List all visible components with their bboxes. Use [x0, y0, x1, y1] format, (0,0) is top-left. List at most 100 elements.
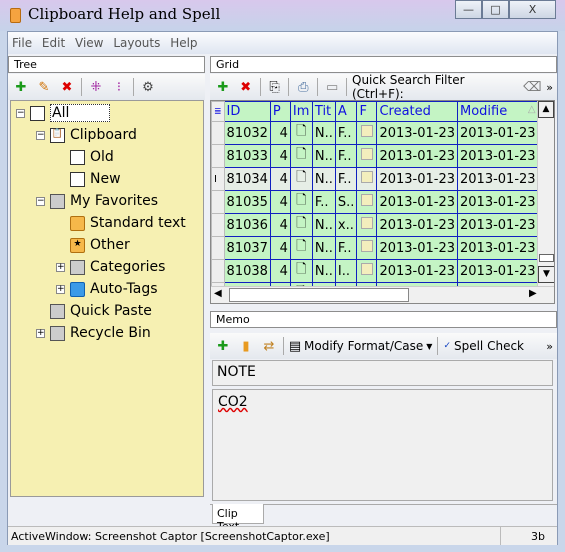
tree-node-label: My Favorites: [70, 193, 159, 209]
scroll-left-icon[interactable]: ◀: [214, 288, 222, 299]
document-icon: [70, 171, 85, 187]
favorite-checkbox[interactable]: [356, 259, 378, 283]
delete-node-icon[interactable]: ✖: [58, 78, 76, 96]
row-indicator: [211, 213, 225, 237]
column-header[interactable]: Created: [376, 101, 458, 122]
scroll-up-icon[interactable]: ▲: [538, 101, 554, 118]
print-icon[interactable]: ⎙: [294, 78, 312, 96]
cell-app: F..: [334, 144, 358, 168]
delete-clip-icon[interactable]: ✖: [237, 78, 255, 96]
column-header[interactable]: Tit: [311, 101, 336, 122]
modify-format-button[interactable]: ▤ Modify Format/Case ▼: [289, 337, 433, 355]
paste-special-icon[interactable]: ⇄: [260, 337, 278, 355]
column-chooser-icon[interactable]: ≣: [211, 101, 225, 122]
cell-created: 2013-01-23: [376, 167, 458, 191]
table-row[interactable]: 81038 4 🗋 N.. I.. 2013-01-23 2013-01-23 …: [211, 259, 554, 283]
tree-node-label: Quick Paste: [70, 303, 152, 319]
tree-node[interactable]: + Auto-Tags: [56, 279, 158, 299]
clip-grid: ≣IDPImTitAFCreatedModifie △View 81032 4 …: [210, 100, 555, 304]
cell-modified: 2013-01-23: [457, 144, 539, 168]
horizontal-scrollbar[interactable]: ◀ ▶: [211, 286, 554, 303]
table-row[interactable]: 81037 4 🗋 N.. F.. 2013-01-23 2013-01-23 …: [211, 236, 554, 260]
cell-priority: 4: [269, 121, 291, 145]
eraser-icon[interactable]: ⌫: [523, 78, 541, 96]
collapse-all-icon[interactable]: ⁝: [110, 78, 128, 96]
memo-toolbar-overflow[interactable]: »: [546, 340, 553, 353]
column-header[interactable]: P: [269, 101, 291, 122]
tree-node[interactable]: + Categories: [56, 257, 165, 277]
new-clip-icon[interactable]: ✚: [214, 78, 232, 96]
memo-body-field[interactable]: CO2: [212, 389, 553, 501]
tree-node[interactable]: − My Favorites: [36, 191, 158, 211]
collapse-icon[interactable]: −: [36, 196, 45, 206]
table-row[interactable]: I 81034 4 🗋 N.. F.. 2013-01-23 2013-01-2…: [211, 167, 554, 191]
column-header[interactable]: A: [334, 101, 358, 122]
favorite-checkbox[interactable]: [356, 167, 378, 191]
spell-check-button[interactable]: ✓ Spell Check: [443, 339, 524, 353]
modify-format-label: Modify Format/Case: [304, 339, 424, 353]
tree-node[interactable]: Standard text: [70, 213, 186, 233]
grid-toolbar: ✚ ✖ ⎘ ⎙ ▭ Quick Search Filter (Ctrl+F): …: [210, 73, 557, 101]
column-header[interactable]: ID: [223, 101, 271, 122]
minimize-button[interactable]: —: [455, 0, 482, 19]
new-node-icon[interactable]: ✚: [12, 78, 30, 96]
table-row[interactable]: 81035 4 🗋 F.. S.. 2013-01-23 2013-01-23 …: [211, 190, 554, 214]
cell-title: N..: [311, 236, 336, 260]
tree-node[interactable]: − 📋 Clipboard: [36, 125, 137, 145]
paste-icon[interactable]: ▮: [237, 337, 255, 355]
favorite-checkbox[interactable]: [356, 236, 378, 260]
menu-view[interactable]: View: [75, 36, 103, 50]
edit-node-icon[interactable]: ✎: [35, 78, 53, 96]
scroll-thumb[interactable]: [539, 254, 554, 262]
scroll-right-icon[interactable]: ▶: [529, 288, 537, 299]
expand-all-icon[interactable]: ⁜: [87, 78, 105, 96]
menu-file[interactable]: File: [12, 36, 32, 50]
collapse-icon[interactable]: −: [36, 130, 45, 140]
grid-table: ≣IDPImTitAFCreatedModifie △View 81032 4 …: [211, 101, 554, 303]
add-icon[interactable]: ✚: [214, 337, 232, 355]
maximize-button[interactable]: □: [482, 0, 509, 19]
memo-toolbar: ✚ ▮ ⇄ ▤ Modify Format/Case ▼ ✓ Spell Che…: [210, 333, 557, 359]
expand-icon[interactable]: +: [36, 328, 45, 338]
vertical-scrollbar[interactable]: ▲ ▼: [537, 101, 554, 287]
tree-node-label: Clipboard: [70, 127, 137, 143]
tree-node[interactable]: − All: [16, 103, 111, 123]
tree-node-label: New: [90, 171, 121, 187]
toolbar-overflow[interactable]: »: [546, 81, 553, 94]
cell-app: F..: [334, 236, 358, 260]
close-button[interactable]: X: [509, 0, 556, 19]
memo-title-field[interactable]: NOTE: [212, 360, 553, 386]
row-indicator: [211, 259, 225, 283]
gear-icon[interactable]: ⚙: [139, 78, 157, 96]
tree-node[interactable]: ★ Other: [70, 235, 130, 255]
tree-node[interactable]: New: [70, 169, 121, 189]
menu-help[interactable]: Help: [170, 36, 197, 50]
field-icon[interactable]: ▭: [323, 78, 341, 96]
tree-node[interactable]: + Recycle Bin: [36, 323, 151, 343]
table-row[interactable]: 81033 4 🗋 N.. F.. 2013-01-23 2013-01-23 …: [211, 144, 554, 168]
tree-node[interactable]: Quick Paste: [50, 301, 152, 321]
cell-priority: 4: [269, 167, 291, 191]
tab-clip-text[interactable]: Clip Text: [212, 504, 264, 533]
collapse-icon[interactable]: −: [16, 108, 25, 118]
table-row[interactable]: 81036 4 🗋 N.. x.. 2013-01-23 2013-01-23 …: [211, 213, 554, 237]
menu-edit[interactable]: Edit: [42, 36, 65, 50]
favorite-checkbox[interactable]: [356, 190, 378, 214]
scroll-down-icon[interactable]: ▼: [538, 266, 554, 283]
column-header[interactable]: F: [356, 101, 378, 122]
tree-node[interactable]: Old: [70, 147, 114, 167]
favorite-checkbox[interactable]: [356, 144, 378, 168]
clipboard-icon: 📋: [50, 127, 65, 143]
expand-icon[interactable]: +: [56, 262, 65, 272]
expand-icon[interactable]: +: [56, 284, 65, 294]
copy-clip-icon[interactable]: ⎘: [266, 78, 284, 96]
tree-node-label: Categories: [90, 259, 166, 275]
menu-layouts[interactable]: Layouts: [113, 36, 160, 50]
blue-folder-icon: [70, 281, 85, 297]
column-header[interactable]: Im: [289, 101, 313, 122]
table-row[interactable]: 81032 4 🗋 N.. F.. 2013-01-23 2013-01-23 …: [211, 121, 554, 145]
hscroll-thumb[interactable]: [229, 288, 409, 302]
favorite-checkbox[interactable]: [356, 213, 378, 237]
column-header[interactable]: Modifie △: [457, 101, 539, 122]
favorite-checkbox[interactable]: [356, 121, 378, 145]
